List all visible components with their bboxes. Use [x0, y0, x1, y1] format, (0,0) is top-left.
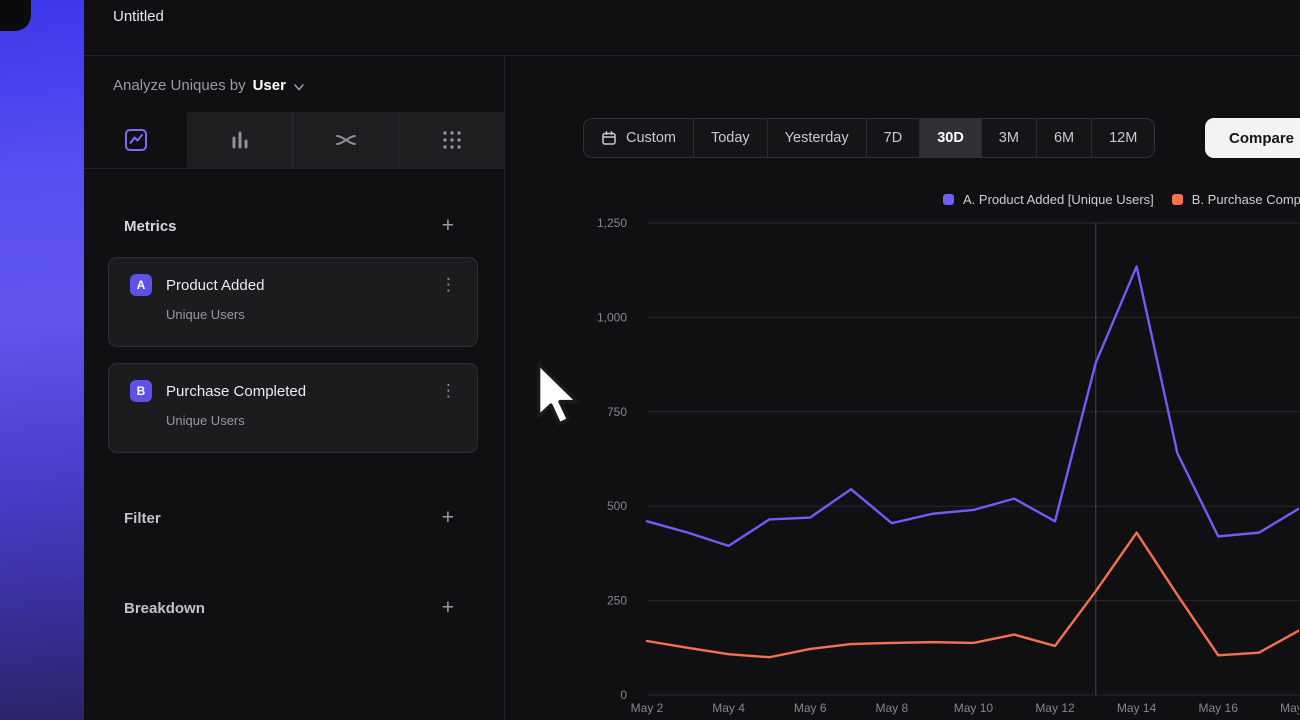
range-12m-button[interactable]: 12M [1091, 119, 1154, 157]
metric-subtitle[interactable]: Unique Users [166, 307, 461, 322]
x-axis-tick: May 16 [1199, 701, 1239, 715]
more-options-icon[interactable]: ⋮ [436, 275, 461, 295]
compare-button[interactable]: Compare [1205, 118, 1300, 158]
metric-card-a[interactable]: A Product Added ⋮ Unique Users [108, 257, 478, 347]
range-yesterday-button[interactable]: Yesterday [767, 119, 866, 157]
range-7d-button[interactable]: 7D [866, 119, 920, 157]
metric-badge-b: B [130, 380, 152, 402]
y-axis-tick: 0 [620, 688, 627, 702]
metric-subtitle[interactable]: Unique Users [166, 413, 461, 428]
flows-icon [334, 128, 358, 152]
analyze-by-control[interactable]: Analyze Uniques by User [84, 56, 504, 112]
x-axis-tick: May 10 [954, 701, 994, 715]
series-line [647, 533, 1299, 658]
left-gradient-strip [0, 0, 84, 720]
window-corner [0, 0, 31, 31]
tab-grid-dots[interactable] [398, 112, 504, 168]
analyze-by-label: Analyze Uniques by [113, 77, 246, 94]
x-axis-tick: May 14 [1117, 701, 1157, 715]
range-label: Today [711, 130, 750, 146]
x-axis-tick: May 6 [794, 701, 827, 715]
range-label: Yesterday [785, 130, 849, 146]
filter-heading: Filter [124, 510, 161, 527]
range-today-button[interactable]: Today [693, 119, 767, 157]
tab-bar-chart[interactable] [187, 112, 292, 168]
metric-name[interactable]: Purchase Completed [166, 383, 306, 400]
date-range-control: Custom Today Yesterday 7D 30D 3M 6M 12M [583, 118, 1155, 158]
add-breakdown-button[interactable]: + [442, 599, 454, 617]
range-label: 3M [999, 130, 1019, 146]
inactive-tab-group [187, 112, 504, 168]
bar-chart-icon [228, 128, 252, 152]
chevron-down-icon [293, 81, 305, 93]
chart-type-tabs [84, 112, 504, 169]
breakdown-section-header: Breakdown + [84, 599, 504, 617]
metric-cards: A Product Added ⋮ Unique Users B Purchas… [84, 257, 504, 453]
chart-panel: Custom Today Yesterday 7D 30D 3M 6M 12M … [505, 56, 1300, 720]
metrics-section-header: Metrics + [84, 217, 504, 235]
metric-badge-a: A [130, 274, 152, 296]
app-window: Untitled Analyze Uniques by User [84, 0, 1300, 720]
y-axis-tick: 500 [607, 499, 627, 513]
grid-dots-icon [440, 128, 464, 152]
range-label: Custom [626, 130, 676, 146]
more-options-icon[interactable]: ⋮ [436, 381, 461, 401]
date-range-toolbar: Custom Today Yesterday 7D 30D 3M 6M 12M [583, 118, 1155, 158]
range-6m-button[interactable]: 6M [1036, 119, 1091, 157]
y-axis-tick: 750 [607, 405, 627, 419]
tab-flows[interactable] [292, 112, 398, 168]
y-axis-tick: 1,000 [597, 310, 627, 324]
x-axis-tick: May 18 [1280, 701, 1299, 715]
range-label: 12M [1109, 130, 1137, 146]
x-axis-tick: May 12 [1035, 701, 1075, 715]
line-chart-icon [124, 128, 148, 152]
series-line [647, 266, 1299, 545]
analyze-by-value[interactable]: User [253, 77, 286, 94]
calendar-icon [601, 130, 617, 146]
range-30d-button[interactable]: 30D [919, 119, 981, 157]
report-title[interactable]: Untitled [113, 8, 1300, 25]
line-chart[interactable]: 0 250 500 750 1,000 1,250 May 2 May 4 May 6 May 8… [505, 195, 1299, 720]
range-label: 7D [884, 130, 903, 146]
metric-card-b[interactable]: B Purchase Completed ⋮ Unique Users [108, 363, 478, 453]
add-filter-button[interactable]: + [442, 509, 454, 527]
range-custom-button[interactable]: Custom [584, 119, 693, 157]
sidebar: Analyze Uniques by User [84, 56, 505, 720]
tab-line-chart[interactable] [84, 112, 187, 168]
y-axis-tick: 1,250 [597, 216, 627, 230]
range-label: 6M [1054, 130, 1074, 146]
filter-section-header: Filter + [84, 509, 504, 527]
metric-name[interactable]: Product Added [166, 277, 264, 294]
x-axis-tick: May 8 [875, 701, 908, 715]
range-label: 30D [937, 130, 964, 146]
range-3m-button[interactable]: 3M [981, 119, 1036, 157]
x-axis-tick: May 4 [712, 701, 745, 715]
add-metric-button[interactable]: + [442, 217, 454, 235]
metrics-heading: Metrics [124, 218, 177, 235]
breakdown-heading: Breakdown [124, 600, 205, 617]
x-axis-tick: May 2 [631, 701, 664, 715]
y-axis-tick: 250 [607, 594, 627, 608]
top-bar: Untitled [84, 0, 1300, 56]
